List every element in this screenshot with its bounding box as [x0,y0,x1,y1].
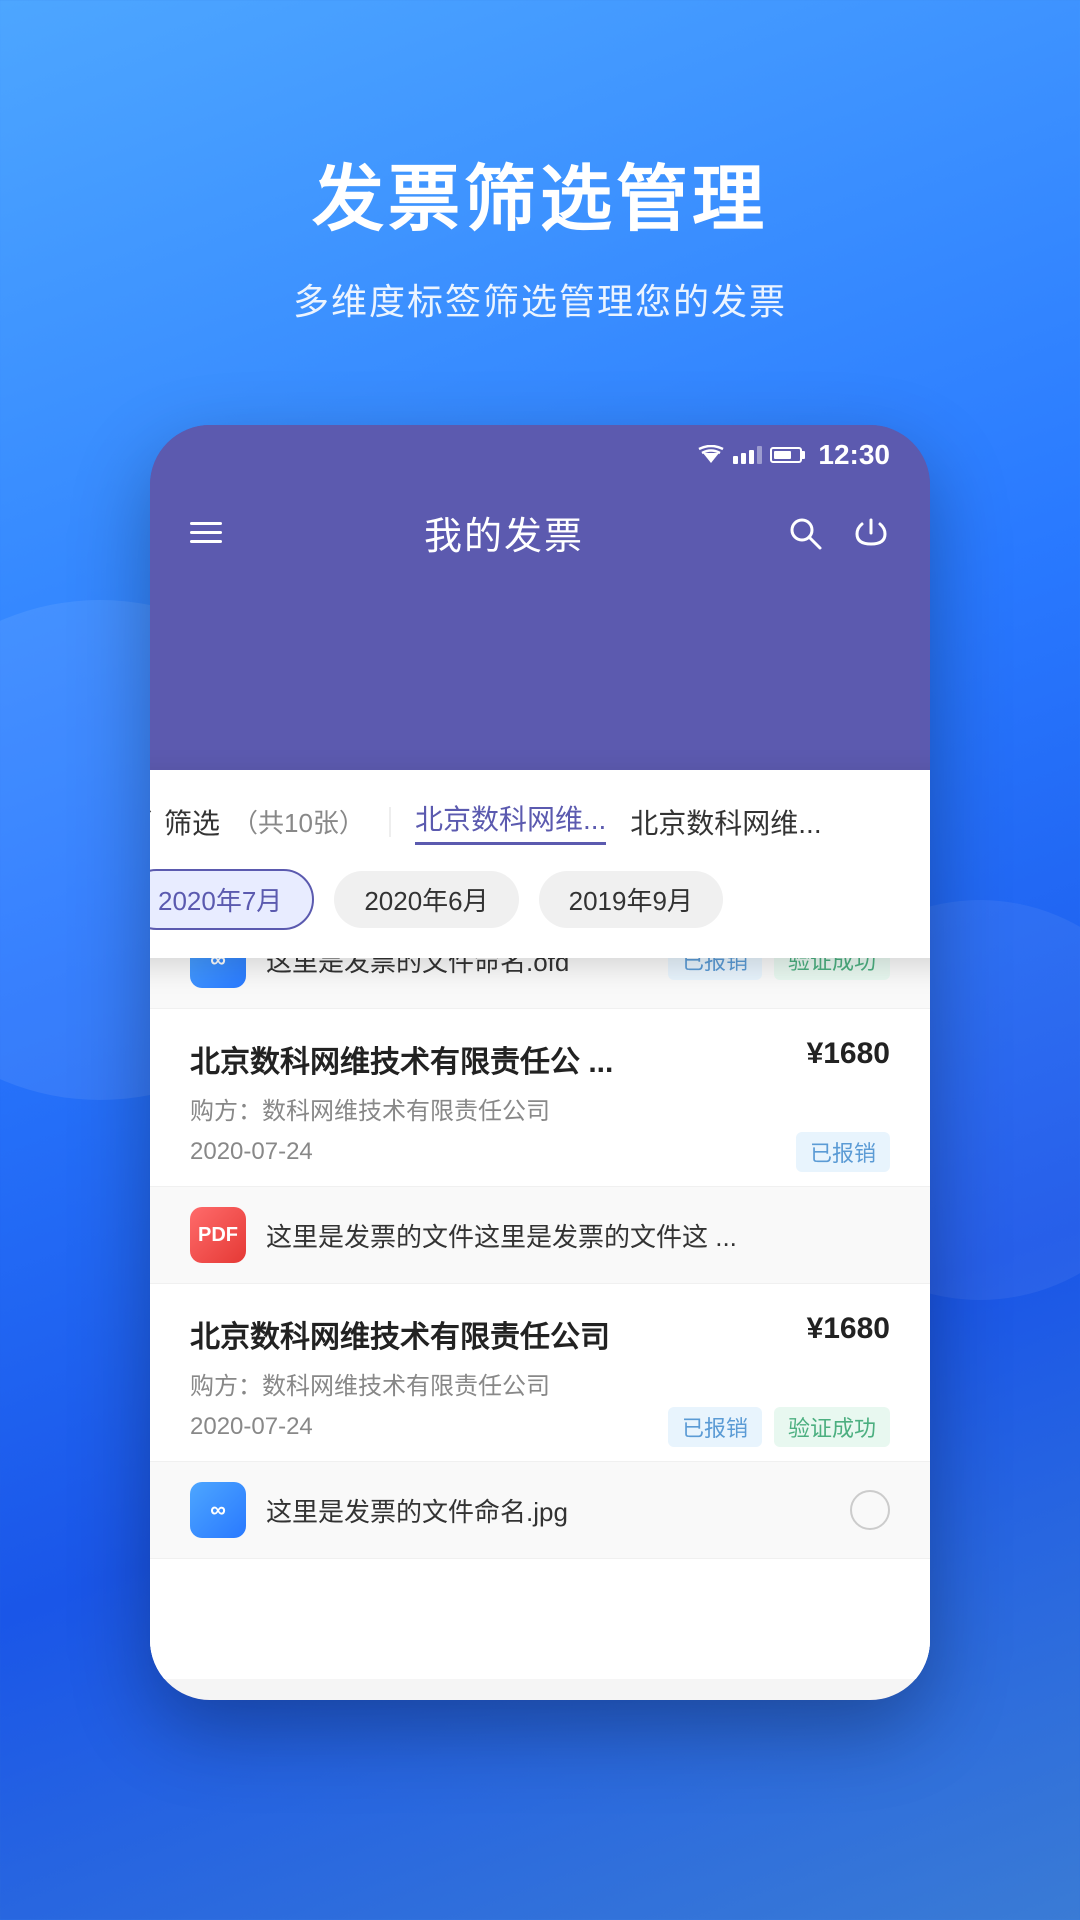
filter-card: 筛选 （共10张） 北京数科网维... 北京数科网维... [150,770,930,958]
invoice-file-row-2[interactable]: PDF 这里是发票的文件这里是发票的文件这 ... [150,1187,930,1284]
pdf-symbol: PDF [198,1224,238,1247]
divider [389,807,391,837]
badge-verified-3: 验证成功 [774,1407,890,1447]
power-icon[interactable] [852,514,890,552]
invoice-buyer-2: 购方：数科网维技术有限责任公司 [190,1091,890,1126]
status-icons: 12:30 [697,439,890,471]
battery-fill [774,451,791,459]
menu-line-1 [190,522,222,525]
menu-button[interactable] [190,522,222,543]
invoice-date-2: 2020-07-24 [190,1138,313,1166]
badge-reported-2: 已报销 [796,1132,890,1172]
invoice-title-3: 北京数科网维技术有限责任公司 [190,1312,807,1356]
filter-tag-active[interactable]: 北京数科网维... [415,798,606,845]
app-title: 我的发票 [424,505,584,560]
invoice-item-3[interactable]: 北京数科网维技术有限责任公司 ¥1680 购方：数科网维技术有限责任公司 202… [150,1284,930,1462]
invoice-file-row-3[interactable]: ∞ 这里是发票的文件命名.jpg [150,1462,930,1559]
invoice-amount-2: ¥1680 [807,1037,890,1071]
ofd-icon-3: ∞ [190,1482,246,1538]
ofd-symbol-3: ∞ [210,1497,226,1523]
filter-row-2: 2020年7月 2020年6月 2019年9月 [150,869,930,930]
content-area: 筛选 （共10张） 北京数科网维... 北京数科网维... [150,800,930,1700]
badge-reported-3: 已报销 [668,1407,762,1447]
signal-icon [733,446,762,464]
invoice-item-2-header: 北京数科网维技术有限责任公 ... ¥1680 [190,1037,890,1081]
file-name-2: 这里是发票的文件这里是发票的文件这 ... [266,1217,890,1254]
header-section: 发票筛选管理 多维度标签筛选管理您的发票 [0,0,1080,385]
menu-line-3 [190,540,222,543]
menu-line-2 [190,531,222,534]
invoice-item-2[interactable]: 北京数科网维技术有限责任公 ... ¥1680 购方：数科网维技术有限责任公司 … [150,1009,930,1187]
search-icon[interactable] [786,514,824,552]
sort-icon[interactable] [926,804,930,839]
date-pill-1[interactable]: 2020年7月 [150,869,314,930]
filter-text: 筛选 [164,802,220,842]
filter-count: （共10张） [232,803,365,840]
filter-row-1: 筛选 （共10张） 北京数科网维... 北京数科网维... [150,798,930,845]
main-title: 发票筛选管理 [0,140,1080,245]
filter-label[interactable]: 筛选 （共10张） [150,802,365,842]
date-pill-2[interactable]: 2020年6月 [334,871,518,928]
battery-icon [770,447,802,463]
status-bar: 12:30 [150,425,930,485]
wifi-icon [697,445,725,465]
header-actions [786,514,890,552]
badges-row-3: 已报销 验证成功 [668,1407,890,1447]
invoice-buyer-3: 购方：数科网维技术有限责任公司 [190,1366,890,1401]
file-name-3: 这里是发票的文件命名.jpg [266,1492,830,1529]
invoice-item-3-header: 北京数科网维技术有限责任公司 ¥1680 [190,1312,890,1356]
bottom-space [150,1559,930,1679]
app-header: 我的发票 [150,485,930,590]
phone-mockup: 12:30 我的发票 [150,425,930,1700]
filter-tag-normal[interactable]: 北京数科网维... [630,802,821,842]
filter-icon [150,809,152,835]
date-pill-3[interactable]: 2019年9月 [539,871,723,928]
status-time: 12:30 [818,439,890,471]
invoice-amount-3: ¥1680 [807,1312,890,1346]
pdf-icon-2: PDF [190,1207,246,1263]
select-circle-3[interactable] [850,1490,890,1530]
page-container: 发票筛选管理 多维度标签筛选管理您的发票 [0,0,1080,1920]
sub-title: 多维度标签筛选管理您的发票 [0,273,1080,325]
phone-mockup-wrapper: 12:30 我的发票 [150,425,930,1700]
invoice-title-2: 北京数科网维技术有限责任公 ... [190,1037,807,1081]
invoice-date-3: 2020-07-24 [190,1413,313,1441]
